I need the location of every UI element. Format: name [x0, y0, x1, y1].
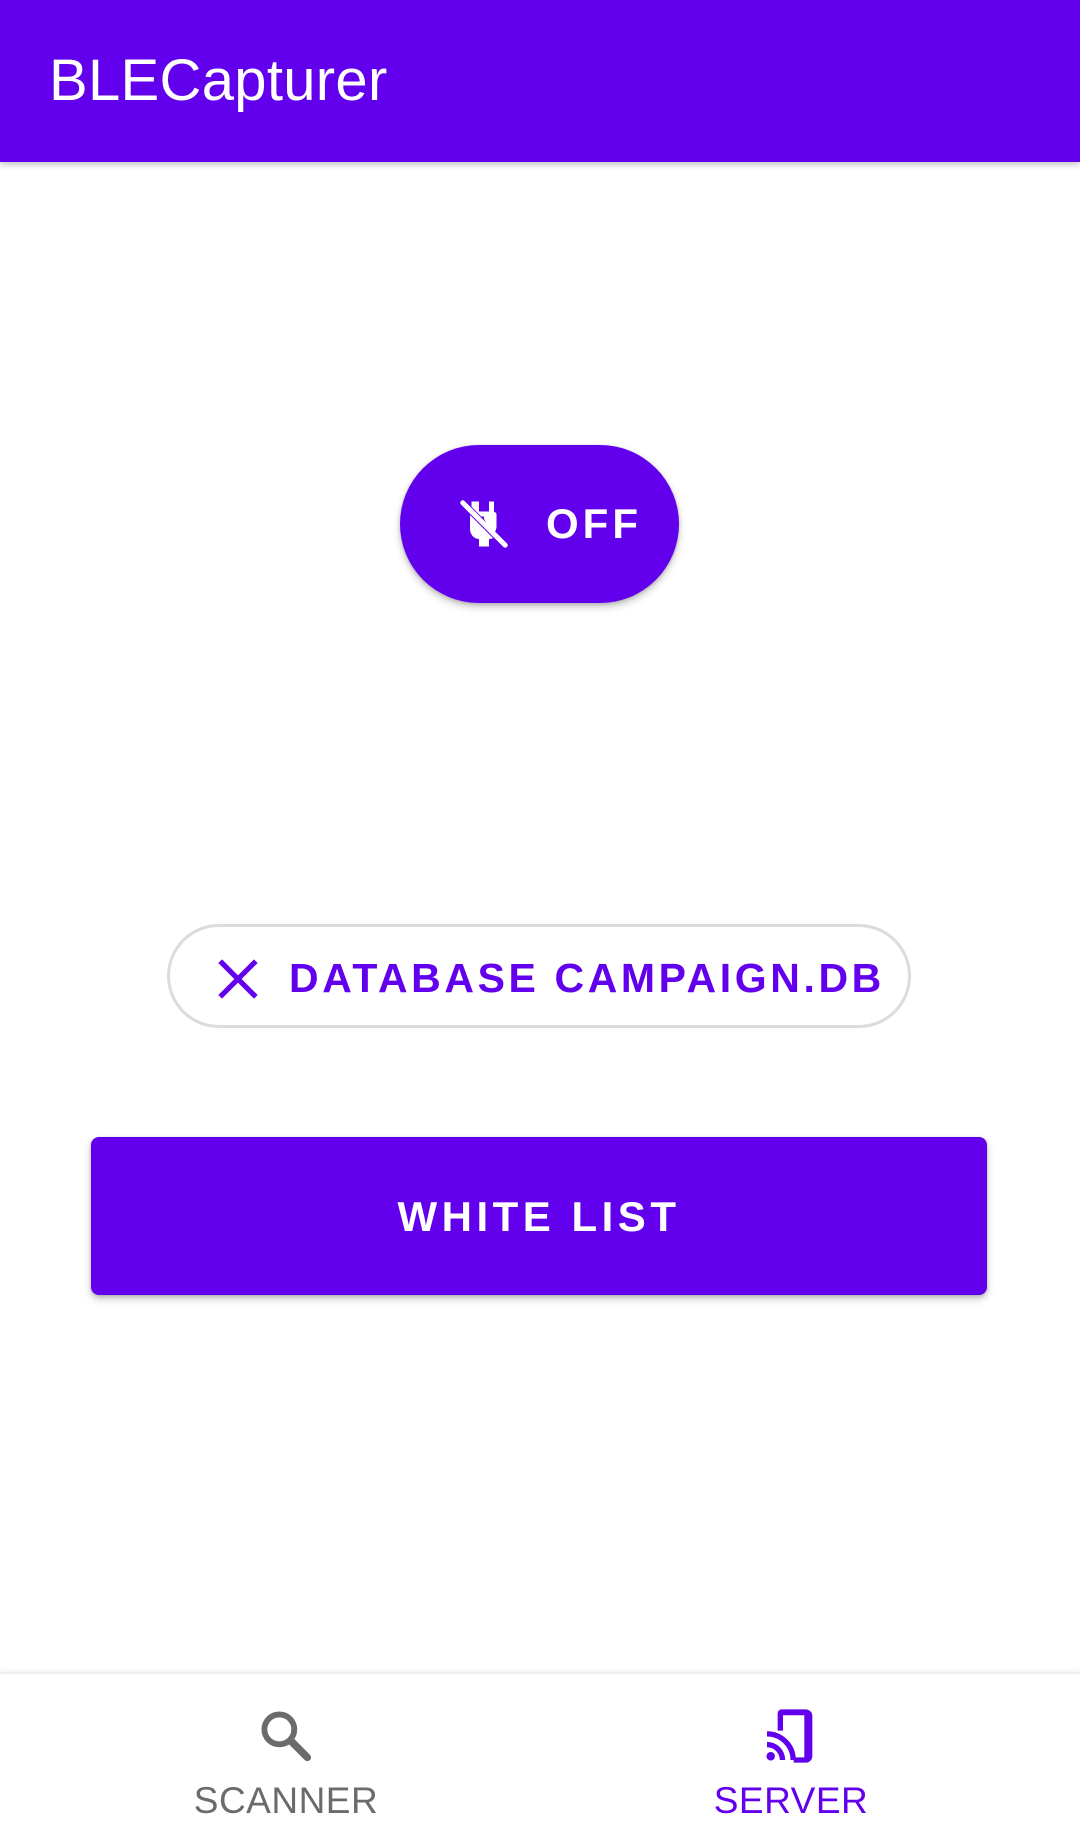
search-icon [261, 1711, 312, 1762]
power-toggle-button[interactable]: OFF [400, 445, 679, 603]
close-icon[interactable] [214, 955, 262, 1003]
power-off-plug-icon [460, 500, 508, 548]
app-bar: BLECapturer [0, 0, 1080, 162]
bottom-navigation: SCANNER SERVER [0, 1672, 1080, 1842]
nav-item-scanner[interactable]: SCANNER [16, 1674, 556, 1842]
database-chip[interactable]: DATABASE CAMPAIGN.DB [167, 924, 911, 1028]
server-screen: BLECapturer OFF DATABASE CAMPAIGN.DB WHI… [0, 0, 1080, 1842]
white-list-button-label: WHITE LIST [397, 1193, 681, 1240]
nav-item-server[interactable]: SERVER [521, 1674, 1061, 1842]
nav-item-server-label: SERVER [713, 1780, 869, 1821]
power-toggle-label: OFF [546, 500, 642, 547]
cast-phone-icon [766, 1709, 813, 1763]
white-list-button[interactable]: WHITE LIST [91, 1137, 987, 1295]
app-title: BLECapturer [49, 48, 388, 113]
nav-item-scanner-label: SCANNER [193, 1780, 379, 1821]
database-chip-label: DATABASE CAMPAIGN.DB [289, 955, 885, 1001]
